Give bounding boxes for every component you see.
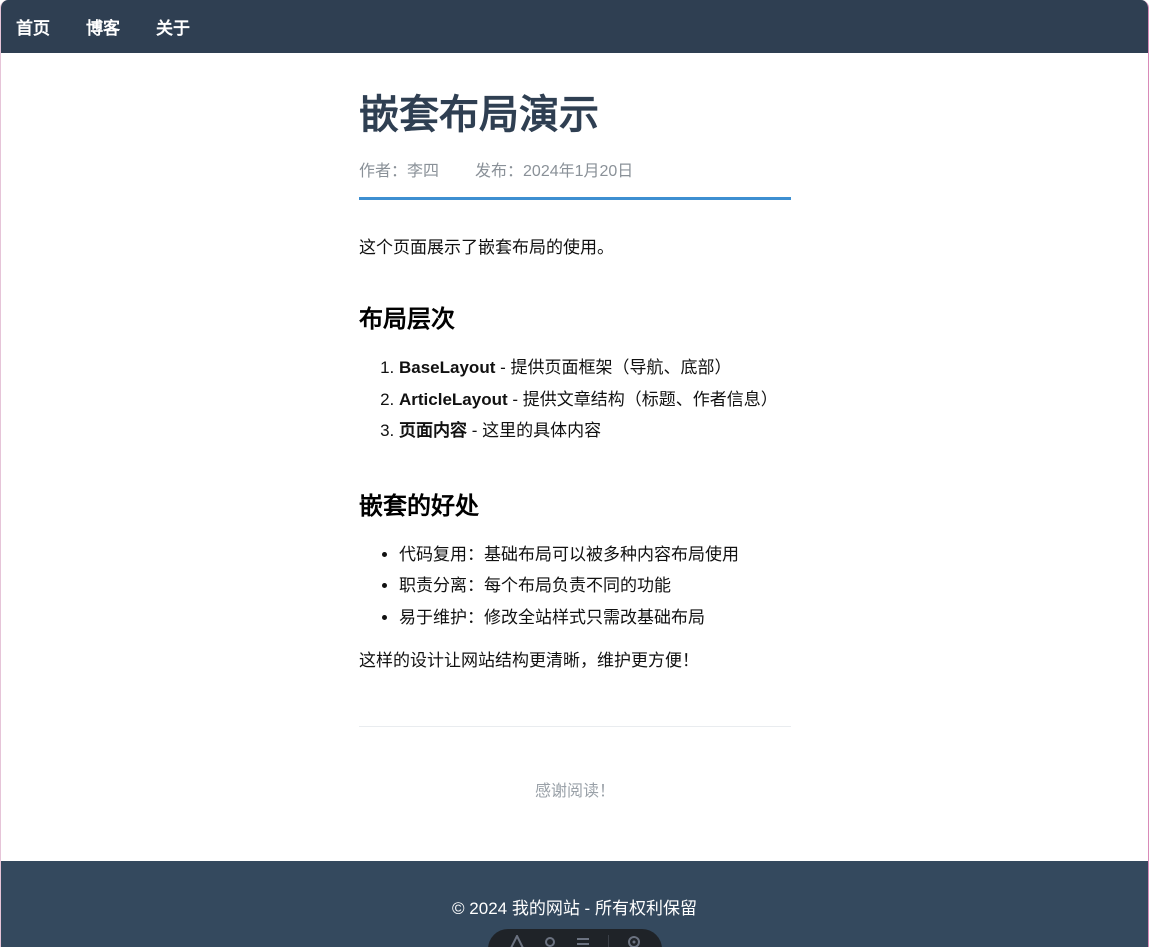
menu-icon[interactable] xyxy=(575,935,591,947)
nav-link-home[interactable]: 首页 xyxy=(16,14,50,39)
list-item: ArticleLayout - 提供文章结构（标题、作者信息） xyxy=(399,384,791,416)
devtools-logo-icon[interactable] xyxy=(509,933,525,947)
inspect-icon[interactable] xyxy=(542,935,558,947)
article-intro: 这个页面展示了嵌套布局的使用。 xyxy=(359,238,614,257)
section-heading-nesting-benefits: 嵌套的好处 xyxy=(359,492,479,520)
article-title: 嵌套布局演示 xyxy=(359,93,599,137)
thanks-message: 感谢阅读！ xyxy=(534,783,615,800)
layout-levels-list: BaseLayout - 提供页面框架（导航、底部） ArticleLayout… xyxy=(359,352,791,447)
nav-link-about[interactable]: 关于 xyxy=(156,14,190,39)
list-item: 页面内容 - 这里的具体内容 xyxy=(399,415,791,447)
article-date: 发布：2024年1月20日 xyxy=(475,163,634,180)
toolbar-divider xyxy=(607,935,609,947)
list-item: 职责分离：每个布局负责不同的功能 xyxy=(399,570,791,602)
article-meta: 作者：李四 发布：2024年1月20日 xyxy=(359,157,791,181)
list-item-text: - 提供文章结构（标题、作者信息） xyxy=(507,389,778,409)
article-end-divider xyxy=(359,726,791,727)
list-item-bold: ArticleLayout xyxy=(399,389,508,409)
section-heading-layout-levels: 布局层次 xyxy=(359,306,455,333)
list-item-bold: BaseLayout xyxy=(399,358,496,377)
browser-viewport: 首页 博客 关于 嵌套布局演示 作者：李四 发布：2024年1月20日 这个页面… xyxy=(0,0,1149,947)
top-navigation: 首页 博客 关于 xyxy=(1,0,1148,53)
article-author: 作者：李四 xyxy=(359,163,440,180)
list-item-text: - 提供页面框架（导航、底部） xyxy=(495,358,732,377)
benefits-list: 代码复用：基础布局可以被多种内容布局使用 职责分离：每个布局负责不同的功能 易于… xyxy=(359,539,791,634)
list-item: 易于维护：修改全站样式只需改基础布局 xyxy=(399,602,791,634)
title-divider xyxy=(359,197,791,200)
article-content: 嵌套布局演示 作者：李四 发布：2024年1月20日 这个页面展示了嵌套布局的使… xyxy=(359,53,791,801)
list-item-text: - 这里的具体内容 xyxy=(467,421,602,440)
footer-copyright: © 2024 我的网站 - 所有权利保留 xyxy=(452,899,697,918)
list-item: BaseLayout - 提供页面框架（导航、底部） xyxy=(399,352,791,384)
settings-icon[interactable] xyxy=(626,935,642,947)
list-item: 代码复用：基础布局可以被多种内容布局使用 xyxy=(399,539,791,571)
list-item-bold: 页面内容 xyxy=(399,421,467,440)
article-closing: 这样的设计让网站结构更清晰，维护更方便！ xyxy=(359,651,699,670)
nav-link-blog[interactable]: 博客 xyxy=(86,14,120,39)
dev-toolbar[interactable] xyxy=(488,929,662,947)
